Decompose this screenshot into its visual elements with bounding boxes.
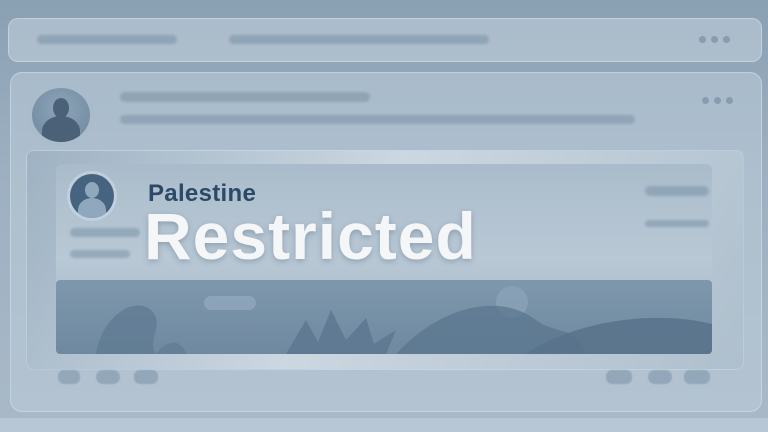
- user-avatar-icon: [32, 88, 90, 142]
- follow-button-placeholder[interactable]: [645, 186, 709, 196]
- forward-icon[interactable]: [606, 370, 632, 384]
- search-placeholder-line[interactable]: [229, 35, 489, 44]
- reaction-icon[interactable]: [648, 370, 672, 384]
- page-avatar-icon: [70, 174, 114, 218]
- page-avatar[interactable]: [70, 174, 132, 218]
- post-menu-dots-icon[interactable]: [702, 97, 733, 104]
- page-meta-placeholder-2: [70, 250, 130, 258]
- bottom-caption-strip: [0, 418, 768, 432]
- nav-placeholder-line: [37, 35, 177, 44]
- restricted-status-label: Restricted: [144, 199, 477, 273]
- share-icon[interactable]: [134, 370, 158, 384]
- post-action-bar: [54, 368, 714, 388]
- more-dots-icon[interactable]: [699, 36, 730, 43]
- top-navigation-bar: [8, 18, 762, 62]
- comment-icon[interactable]: [96, 370, 120, 384]
- author-avatar[interactable]: [26, 86, 102, 142]
- post-meta-placeholder: [120, 115, 635, 124]
- media-illustration: [96, 286, 712, 354]
- page-side-placeholder: [645, 220, 709, 227]
- post-media-image[interactable]: [56, 280, 712, 354]
- bookmark-icon[interactable]: [684, 370, 710, 384]
- like-icon[interactable]: [58, 370, 80, 384]
- author-name-placeholder: [120, 92, 370, 102]
- page-meta-placeholder: [70, 228, 140, 237]
